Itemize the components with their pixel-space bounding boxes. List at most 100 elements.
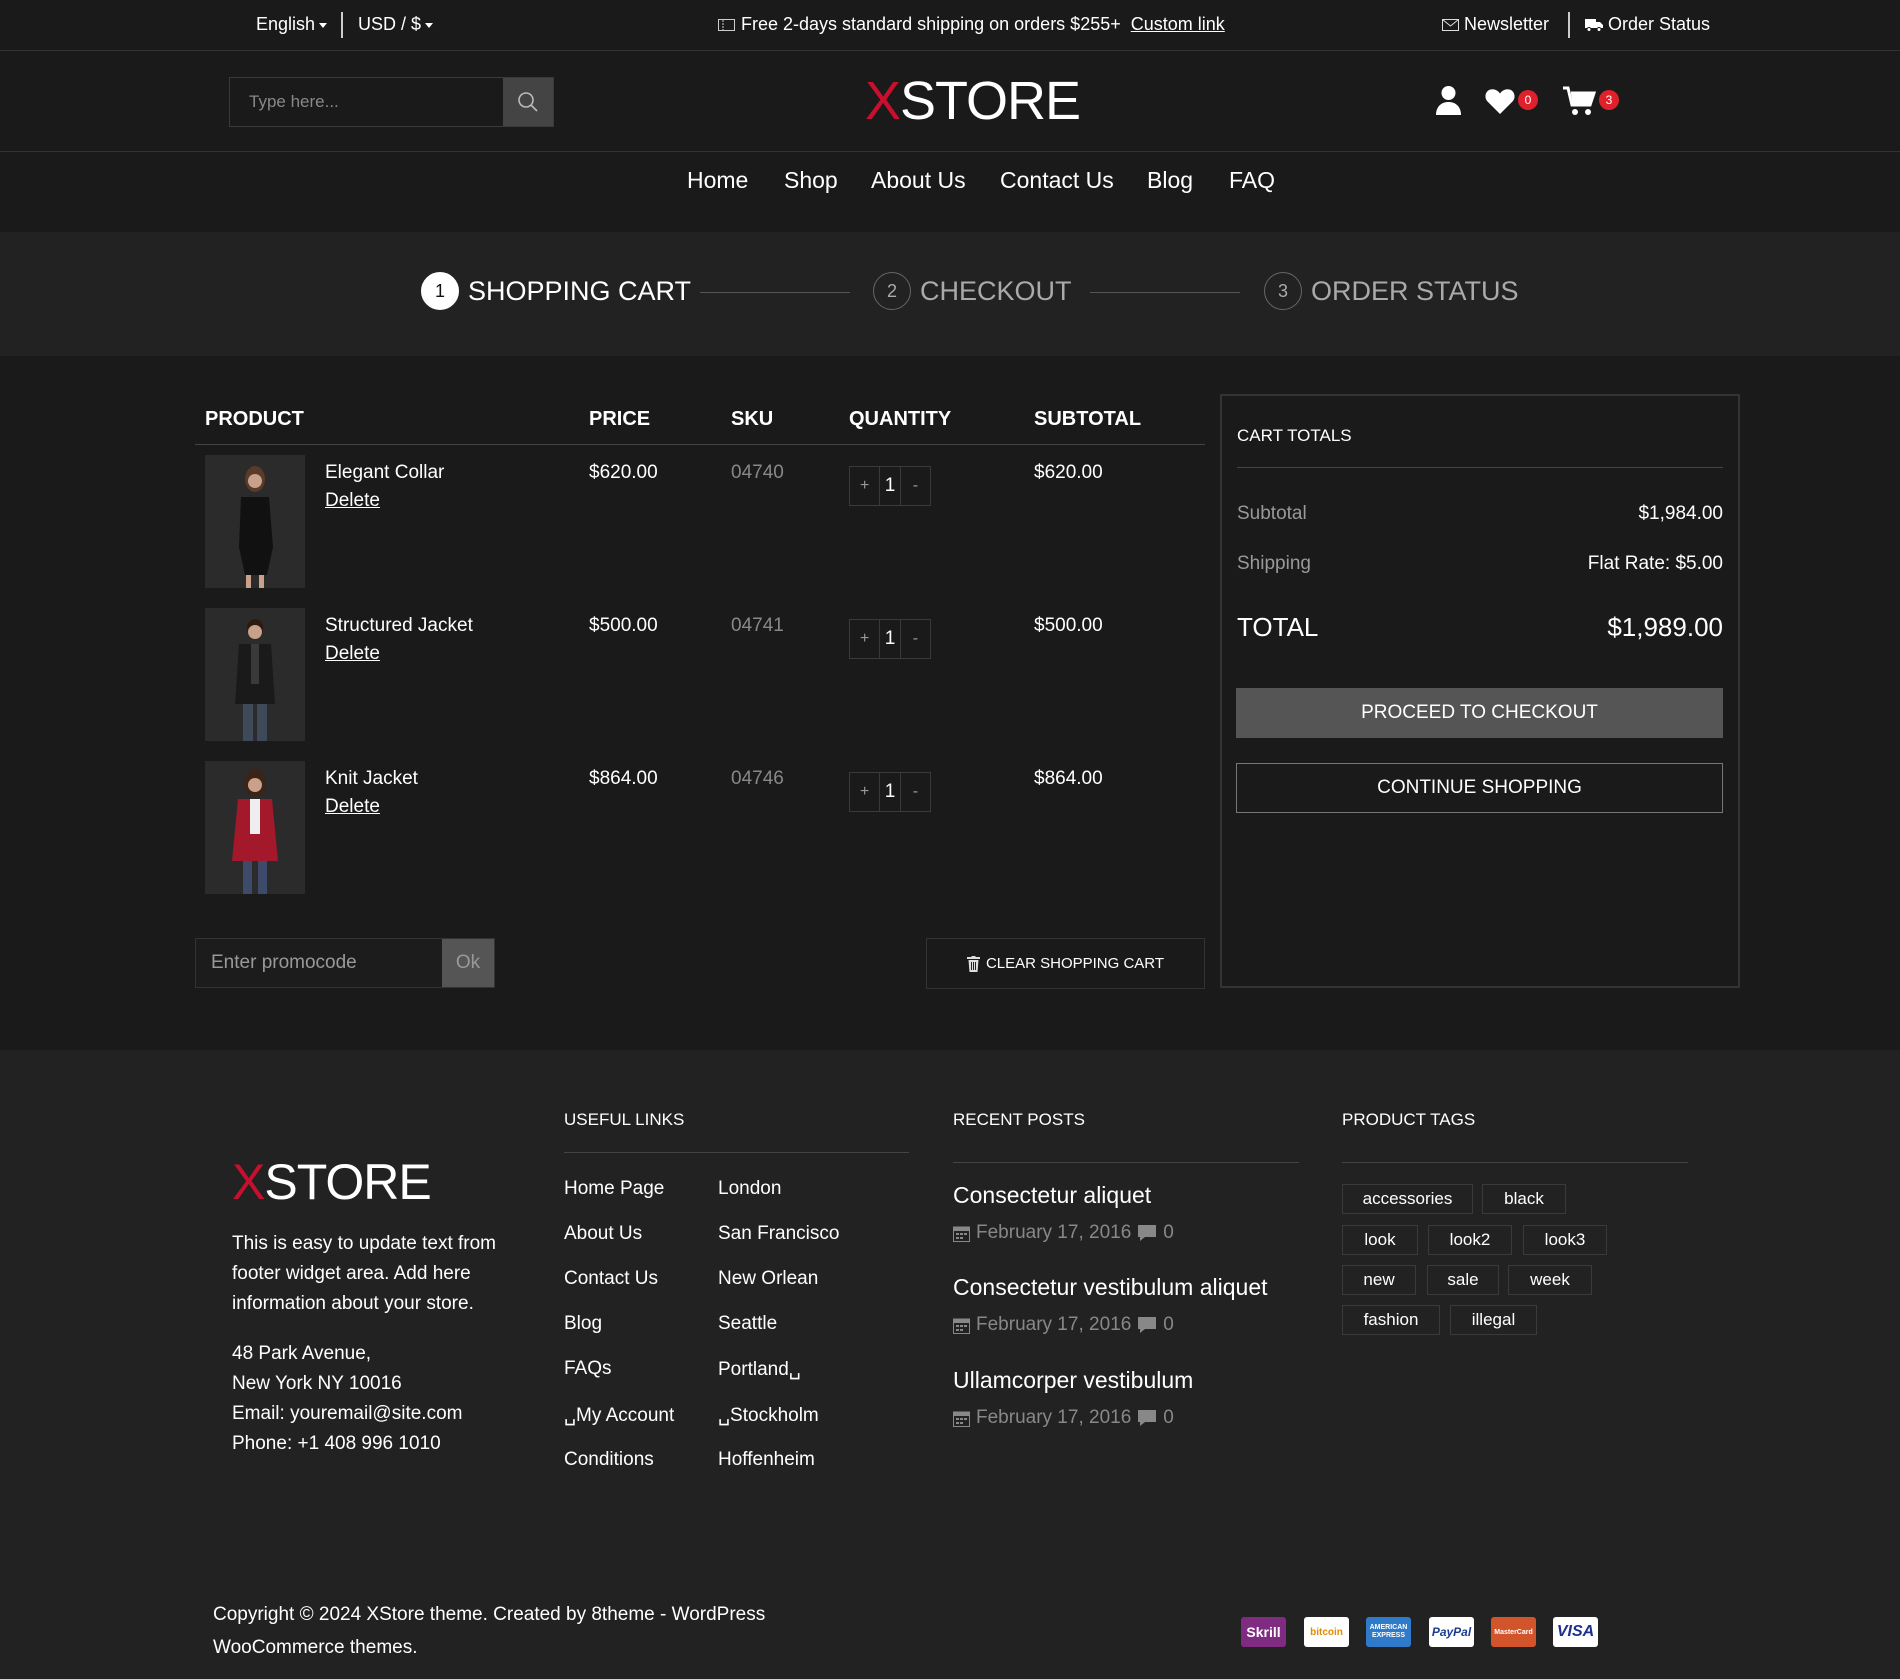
post-title[interactable]: Consectetur vestibulum aliquet xyxy=(953,1274,1268,1301)
tag-fashion[interactable]: fashion xyxy=(1342,1305,1440,1335)
wishlist-button[interactable] xyxy=(1485,88,1515,120)
proceed-to-checkout-button[interactable]: PROCEED TO CHECKOUT xyxy=(1236,688,1723,738)
tag-sale[interactable]: sale xyxy=(1427,1265,1499,1295)
quantity-value[interactable]: 1 xyxy=(879,620,901,658)
product-image[interactable] xyxy=(205,455,305,588)
post-title[interactable]: Ullamcorper vestibulum xyxy=(953,1367,1193,1394)
site-logo[interactable]: XSTORE xyxy=(865,70,1081,132)
continue-shopping-button[interactable]: CONTINUE SHOPPING xyxy=(1236,763,1723,813)
calendar-icon xyxy=(953,1411,970,1427)
shipping-value: Flat Rate: $5.00 xyxy=(1587,553,1723,574)
post-meta: February 17, 2016 0 xyxy=(953,1407,1174,1429)
delete-link[interactable]: Delete xyxy=(325,796,380,818)
quantity-value[interactable]: 1 xyxy=(879,773,901,811)
post-title[interactable]: Consectetur aliquet xyxy=(953,1182,1151,1209)
step-label: SHOPPING CART xyxy=(468,275,692,306)
custom-link[interactable]: Custom link xyxy=(1131,14,1225,35)
cart-button[interactable] xyxy=(1563,86,1597,122)
footer-link[interactable]: New Orlean xyxy=(718,1268,818,1290)
envelope-icon xyxy=(1442,18,1459,31)
product-sku: 04740 xyxy=(731,462,784,483)
promo-ok-button[interactable]: Ok xyxy=(442,939,494,987)
footer-link[interactable]: Portland␣ xyxy=(718,1358,801,1381)
product-name[interactable]: Elegant Collar xyxy=(325,462,444,484)
delete-link[interactable]: Delete xyxy=(325,490,380,512)
ticket-icon xyxy=(718,18,735,31)
tag-look2[interactable]: look2 xyxy=(1428,1225,1512,1255)
minus-button[interactable]: - xyxy=(901,620,930,658)
plus-button[interactable]: + xyxy=(850,773,879,811)
footer-link[interactable]: Seattle xyxy=(718,1313,777,1335)
tag-black[interactable]: black xyxy=(1482,1184,1566,1214)
footer-link[interactable]: FAQs xyxy=(564,1358,612,1380)
footer-link[interactable]: Home Page xyxy=(564,1178,664,1200)
step-shopping-cart[interactable]: 1 SHOPPING CART xyxy=(421,272,691,310)
nav-home[interactable]: Home xyxy=(687,167,748,194)
totals-divider xyxy=(1237,467,1723,468)
step-checkout[interactable]: 2 CHECKOUT xyxy=(873,272,1072,310)
footer-about-text: This is easy to update text from xyxy=(232,1233,497,1254)
newsletter-link[interactable]: Newsletter xyxy=(1442,14,1549,35)
tag-week[interactable]: week xyxy=(1508,1265,1592,1295)
minus-button[interactable]: - xyxy=(901,467,930,505)
footer-link[interactable]: Contact Us xyxy=(564,1268,658,1290)
product-tags-title: PRODUCT TAGS xyxy=(1342,1110,1476,1129)
search-button[interactable] xyxy=(503,78,553,126)
wishlist-count-badge: 0 xyxy=(1518,90,1538,110)
product-name[interactable]: Knit Jacket xyxy=(325,768,418,790)
footer-logo[interactable]: XSTORE xyxy=(232,1153,432,1211)
skrill-icon: Skrill xyxy=(1241,1617,1286,1647)
logo-text: STORE xyxy=(900,71,1081,131)
product-subtotal: $864.00 xyxy=(1034,768,1103,789)
delete-link[interactable]: Delete xyxy=(325,643,380,665)
tag-look[interactable]: look xyxy=(1342,1225,1418,1255)
product-sku: 04746 xyxy=(731,768,784,789)
product-subtotal: $500.00 xyxy=(1034,615,1103,636)
plus-button[interactable]: + xyxy=(850,620,879,658)
footer-link[interactable]: ␣Stockholm xyxy=(718,1404,819,1427)
tag-accessories[interactable]: accessories xyxy=(1342,1184,1473,1214)
plus-button[interactable]: + xyxy=(850,467,879,505)
nav-about-us[interactable]: About Us xyxy=(871,167,966,194)
step-order-status[interactable]: 3 ORDER STATUS xyxy=(1264,272,1519,310)
footer-link[interactable]: Conditions xyxy=(564,1449,654,1471)
order-status-link[interactable]: Order Status xyxy=(1585,14,1710,35)
post-meta: February 17, 2016 0 xyxy=(953,1222,1174,1244)
currency-label: USD / $ xyxy=(358,14,422,34)
product-image[interactable] xyxy=(205,761,305,894)
post-meta: February 17, 2016 0 xyxy=(953,1314,1174,1336)
footer-link[interactable]: Hoffenheim xyxy=(718,1449,815,1471)
footer-link[interactable]: San Francisco xyxy=(718,1223,839,1245)
calendar-icon xyxy=(953,1226,970,1242)
post-comment-count: 0 xyxy=(1163,1222,1174,1243)
tag-new[interactable]: new xyxy=(1342,1265,1416,1295)
search-input[interactable] xyxy=(230,78,503,126)
nav-shop[interactable]: Shop xyxy=(784,167,838,194)
footer-link[interactable]: ␣My Account xyxy=(564,1404,674,1427)
promo-code-input[interactable] xyxy=(196,939,441,987)
footer-link[interactable]: Blog xyxy=(564,1313,602,1335)
clear-cart-button[interactable]: CLEAR SHOPPING CART xyxy=(926,938,1205,989)
footer-link[interactable]: About Us xyxy=(564,1223,642,1245)
tag-illegal[interactable]: illegal xyxy=(1450,1305,1537,1335)
footer-address: New York NY 10016 xyxy=(232,1373,402,1394)
chevron-down-icon xyxy=(425,22,434,28)
product-image[interactable] xyxy=(205,608,305,741)
minus-button[interactable]: - xyxy=(901,773,930,811)
nav-contact-us[interactable]: Contact Us xyxy=(1000,167,1114,194)
product-name[interactable]: Structured Jacket xyxy=(325,615,473,637)
quantity-value[interactable]: 1 xyxy=(879,467,901,505)
column-header-product: PRODUCT xyxy=(205,408,304,430)
heart-icon xyxy=(1485,89,1515,114)
currency-selector[interactable]: USD / $ xyxy=(358,14,434,35)
cart-icon xyxy=(1563,86,1597,115)
recent-posts-title: RECENT POSTS xyxy=(953,1110,1085,1129)
nav-faq[interactable]: FAQ xyxy=(1229,167,1275,194)
account-button[interactable] xyxy=(1435,85,1462,121)
footer-link[interactable]: London xyxy=(718,1178,781,1200)
language-selector[interactable]: English xyxy=(256,14,328,35)
nav-blog[interactable]: Blog xyxy=(1147,167,1193,194)
logo-x: X xyxy=(865,71,901,131)
newsletter-label: Newsletter xyxy=(1464,14,1550,34)
tag-look3[interactable]: look3 xyxy=(1523,1225,1607,1255)
